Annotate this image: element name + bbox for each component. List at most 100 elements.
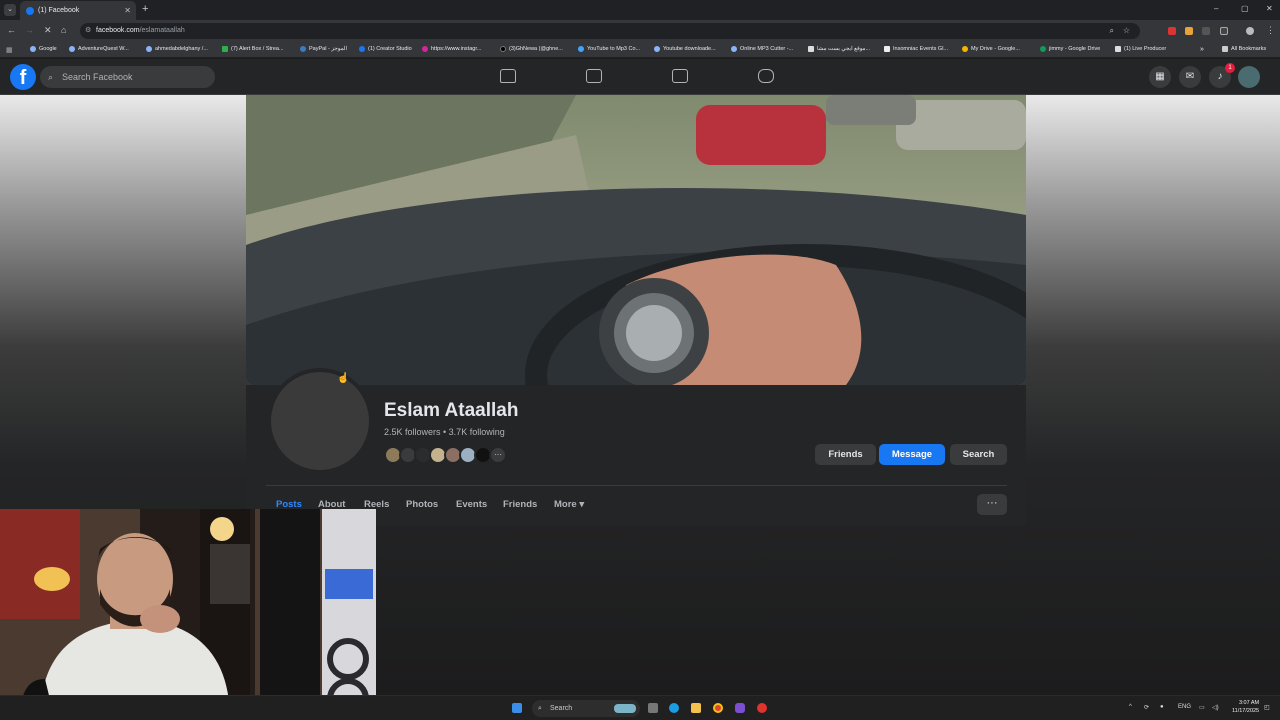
bookmark-item[interactable]: (3)GhNewa (@ghne...: [500, 46, 563, 52]
chrome-icon[interactable]: [713, 703, 723, 713]
url-domain: facebook.com: [96, 27, 140, 34]
profile-stats[interactable]: 2.5K followers • 3.7K following: [384, 427, 505, 437]
bookmarks-overflow-chevron-icon[interactable]: »: [1200, 46, 1204, 53]
browser-profile-avatar[interactable]: [1246, 27, 1254, 35]
browser-tab-facebook[interactable]: (1) Facebook ✕: [20, 1, 136, 20]
bookmark-favicon-icon: [1115, 46, 1121, 52]
bookmark-favicon-icon: [69, 46, 75, 52]
bookmarks-bar: ▦ Google AdventureQuest W... ahmedabdelg…: [0, 42, 1280, 58]
messenger-icon[interactable]: ✉: [1179, 66, 1201, 88]
windows-taskbar: ⌕ Search ^ ⟳ ● ENG ▭ ◁) 3:07 AM 11/17/20…: [0, 695, 1280, 720]
friends-button[interactable]: Friends: [815, 444, 876, 465]
extension-generic-icon[interactable]: [1202, 27, 1210, 35]
minimize-window-button[interactable]: –: [1214, 4, 1218, 13]
maximize-window-button[interactable]: ▢: [1241, 4, 1249, 13]
tray-network-icon[interactable]: ▭: [1199, 704, 1205, 711]
search-highlight-icon: [614, 704, 636, 713]
windows-start-icon[interactable]: [512, 703, 522, 713]
extension-lock-icon[interactable]: [1185, 27, 1193, 35]
language-indicator[interactable]: ENG: [1178, 704, 1191, 710]
bookmark-favicon-icon: [300, 46, 306, 52]
back-button[interactable]: ←: [7, 25, 16, 35]
webcam-image: [0, 509, 376, 720]
mouse-cursor-icon: ☝: [337, 373, 350, 384]
bookmark-favicon-icon: [422, 46, 428, 52]
bookmark-item[interactable]: jimmy - Google Drive: [1040, 46, 1100, 52]
profile-picture[interactable]: [267, 368, 373, 474]
zoom-search-icon[interactable]: ⌕: [1110, 23, 1114, 39]
bookmark-item[interactable]: Google: [30, 46, 57, 52]
profile-more-options-button[interactable]: ···: [977, 494, 1007, 515]
app-icon[interactable]: [735, 703, 745, 713]
message-button[interactable]: Message: [879, 444, 945, 465]
extensions-puzzle-icon[interactable]: [1220, 27, 1228, 35]
facebook-search-input[interactable]: ⌕ Search Facebook: [40, 66, 215, 88]
extension-heart-icon[interactable]: [1168, 27, 1176, 35]
mutual-friends-avatars[interactable]: ···: [384, 446, 507, 464]
home-nav-icon[interactable]: [500, 69, 516, 83]
marketplace-nav-icon[interactable]: [672, 69, 688, 83]
bookmark-favicon-icon: [500, 46, 506, 52]
bookmark-item[interactable]: AdventureQuest W...: [69, 46, 129, 52]
task-view-icon[interactable]: [648, 703, 658, 713]
profile-divider: [266, 485, 1007, 486]
bookmark-favicon-icon: [578, 46, 584, 52]
tab-more[interactable]: More ▾: [554, 499, 584, 510]
tray-sync-icon[interactable]: ⟳: [1144, 704, 1149, 711]
bookmark-favicon-icon: [731, 46, 737, 52]
bookmark-item[interactable]: (1) Creator Studio: [359, 46, 412, 52]
cover-photo[interactable]: [246, 95, 1026, 385]
search-profile-button[interactable]: Search: [950, 444, 1007, 465]
browser-tab-strip: ⌄ (1) Facebook ✕ + – ▢ ✕: [0, 0, 1280, 20]
clock-time: 3:07 AM: [1238, 700, 1260, 706]
tray-notification-icon[interactable]: ◰: [1264, 704, 1270, 711]
gaming-nav-icon[interactable]: [758, 69, 774, 83]
close-window-button[interactable]: ✕: [1266, 4, 1273, 13]
notification-badge: 1: [1225, 63, 1235, 73]
forward-button[interactable]: →: [25, 25, 34, 35]
bookmark-item[interactable]: https://www.instagr...: [422, 46, 481, 52]
browser-toolbar: ← → ✕ ⌂ ⚙ facebook.com/eslamataallah ⌕ ☆…: [0, 20, 1280, 42]
apps-grid-icon[interactable]: ▦: [6, 46, 13, 54]
stop-loading-button[interactable]: ✕: [44, 25, 52, 36]
close-tab-icon[interactable]: ✕: [124, 6, 131, 15]
menu-grid-icon[interactable]: ▦: [1149, 66, 1171, 88]
tray-overflow-chevron-icon[interactable]: ^: [1129, 704, 1132, 710]
tab-photos[interactable]: Photos: [406, 499, 438, 510]
tab-friends[interactable]: Friends: [503, 499, 537, 510]
url-path: /eslamataallah: [139, 27, 185, 34]
bookmark-item[interactable]: PayPal - الموجز: [300, 46, 347, 52]
site-info-icon[interactable]: ⚙: [85, 23, 91, 39]
address-bar[interactable]: ⚙ facebook.com/eslamataallah ⌕ ☆: [80, 23, 1140, 39]
bookmark-item[interactable]: موقع ايجي بست مشا...: [808, 46, 870, 52]
more-friends-icon[interactable]: ···: [489, 446, 507, 464]
clock-date: 11/17/2025: [1232, 708, 1260, 714]
tab-events[interactable]: Events: [456, 499, 487, 510]
new-tab-button[interactable]: +: [142, 3, 148, 15]
taskbar-search-box[interactable]: ⌕ Search: [532, 700, 640, 717]
bookmark-favicon-icon: [222, 46, 228, 52]
bookmark-item[interactable]: Insomniac Events Gl...: [884, 46, 948, 52]
bookmark-item[interactable]: ahmedabdelghany /...: [146, 46, 208, 52]
edge-browser-icon[interactable]: [669, 703, 679, 713]
all-bookmarks-folder[interactable]: All Bookmarks: [1222, 46, 1266, 52]
home-button[interactable]: ⌂: [61, 25, 66, 35]
tab-search-button[interactable]: ⌄: [4, 4, 16, 16]
browser-menu-icon[interactable]: ⋮: [1266, 25, 1275, 36]
bookmark-item[interactable]: (7) Alert Box / Strea...: [222, 46, 284, 52]
taskbar-search-icon: ⌕: [538, 705, 542, 712]
facebook-logo-icon[interactable]: f: [10, 64, 36, 90]
tray-volume-icon[interactable]: ◁): [1212, 704, 1219, 711]
bookmark-item[interactable]: Online MP3 Cutter -...: [731, 46, 793, 52]
bookmark-item[interactable]: YouTube to Mp3 Co...: [578, 46, 640, 52]
tray-microphone-icon[interactable]: ●: [1160, 704, 1164, 710]
obs-recording-icon[interactable]: [757, 703, 767, 713]
bookmark-item[interactable]: My Drive - Google...: [962, 46, 1020, 52]
taskbar-clock[interactable]: 3:07 AM 11/17/2025: [1232, 699, 1259, 715]
bookmark-item[interactable]: Youtube downloade...: [654, 46, 716, 52]
account-avatar[interactable]: [1238, 66, 1260, 88]
video-nav-icon[interactable]: [586, 69, 602, 83]
file-explorer-icon[interactable]: [691, 703, 701, 713]
bookmark-item[interactable]: (1) Live Producer: [1115, 46, 1166, 52]
bookmark-star-icon[interactable]: ☆: [1123, 23, 1130, 39]
